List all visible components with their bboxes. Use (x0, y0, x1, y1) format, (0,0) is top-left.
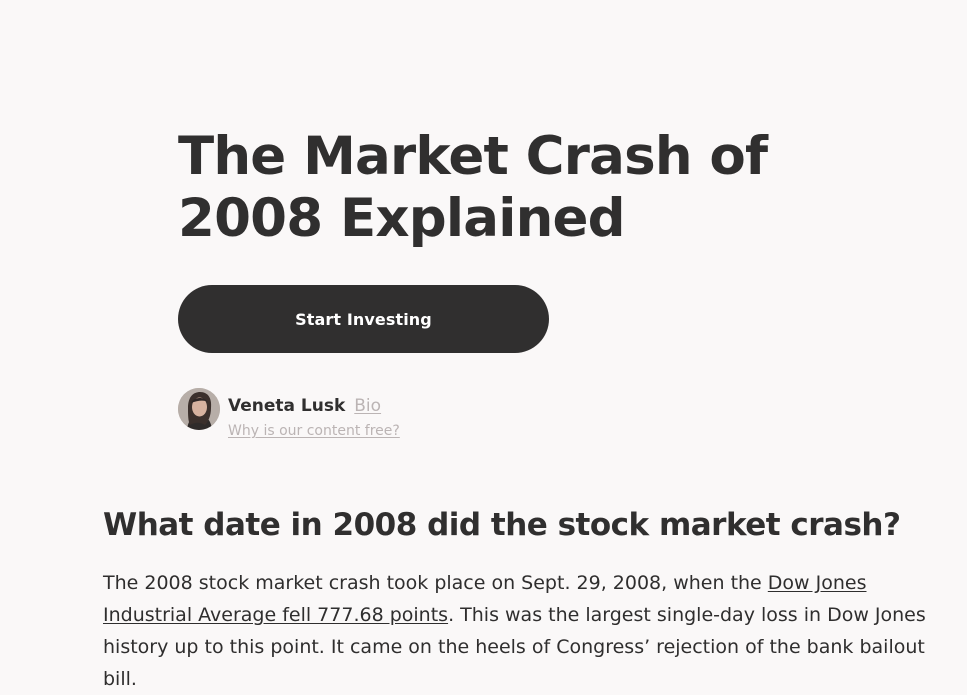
author-name: Veneta Lusk (228, 396, 346, 416)
article-section: What date in 2008 did the stock market c… (103, 505, 951, 695)
start-investing-button[interactable]: Start Investing (178, 285, 549, 353)
article-header: The Market Crash of 2008 Explained (178, 126, 918, 250)
section-paragraph: The 2008 stock market crash took place o… (103, 567, 951, 695)
article-page: The Market Crash of 2008 Explained Start… (0, 0, 967, 690)
content-free-link[interactable]: Why is our content free? (228, 423, 400, 439)
author-byline: Veneta Lusk Bio Why is our content free? (178, 388, 538, 448)
author-meta: Veneta Lusk Bio Why is our content free? (228, 396, 400, 439)
author-avatar (178, 388, 220, 430)
author-bio-link[interactable]: Bio (354, 396, 381, 416)
article-title: The Market Crash of 2008 Explained (178, 126, 768, 249)
paragraph-prefix: The 2008 stock market crash took place o… (103, 572, 768, 594)
author-line: Veneta Lusk Bio (228, 396, 400, 416)
section-heading: What date in 2008 did the stock market c… (103, 507, 901, 543)
author-photo-icon (178, 388, 220, 430)
